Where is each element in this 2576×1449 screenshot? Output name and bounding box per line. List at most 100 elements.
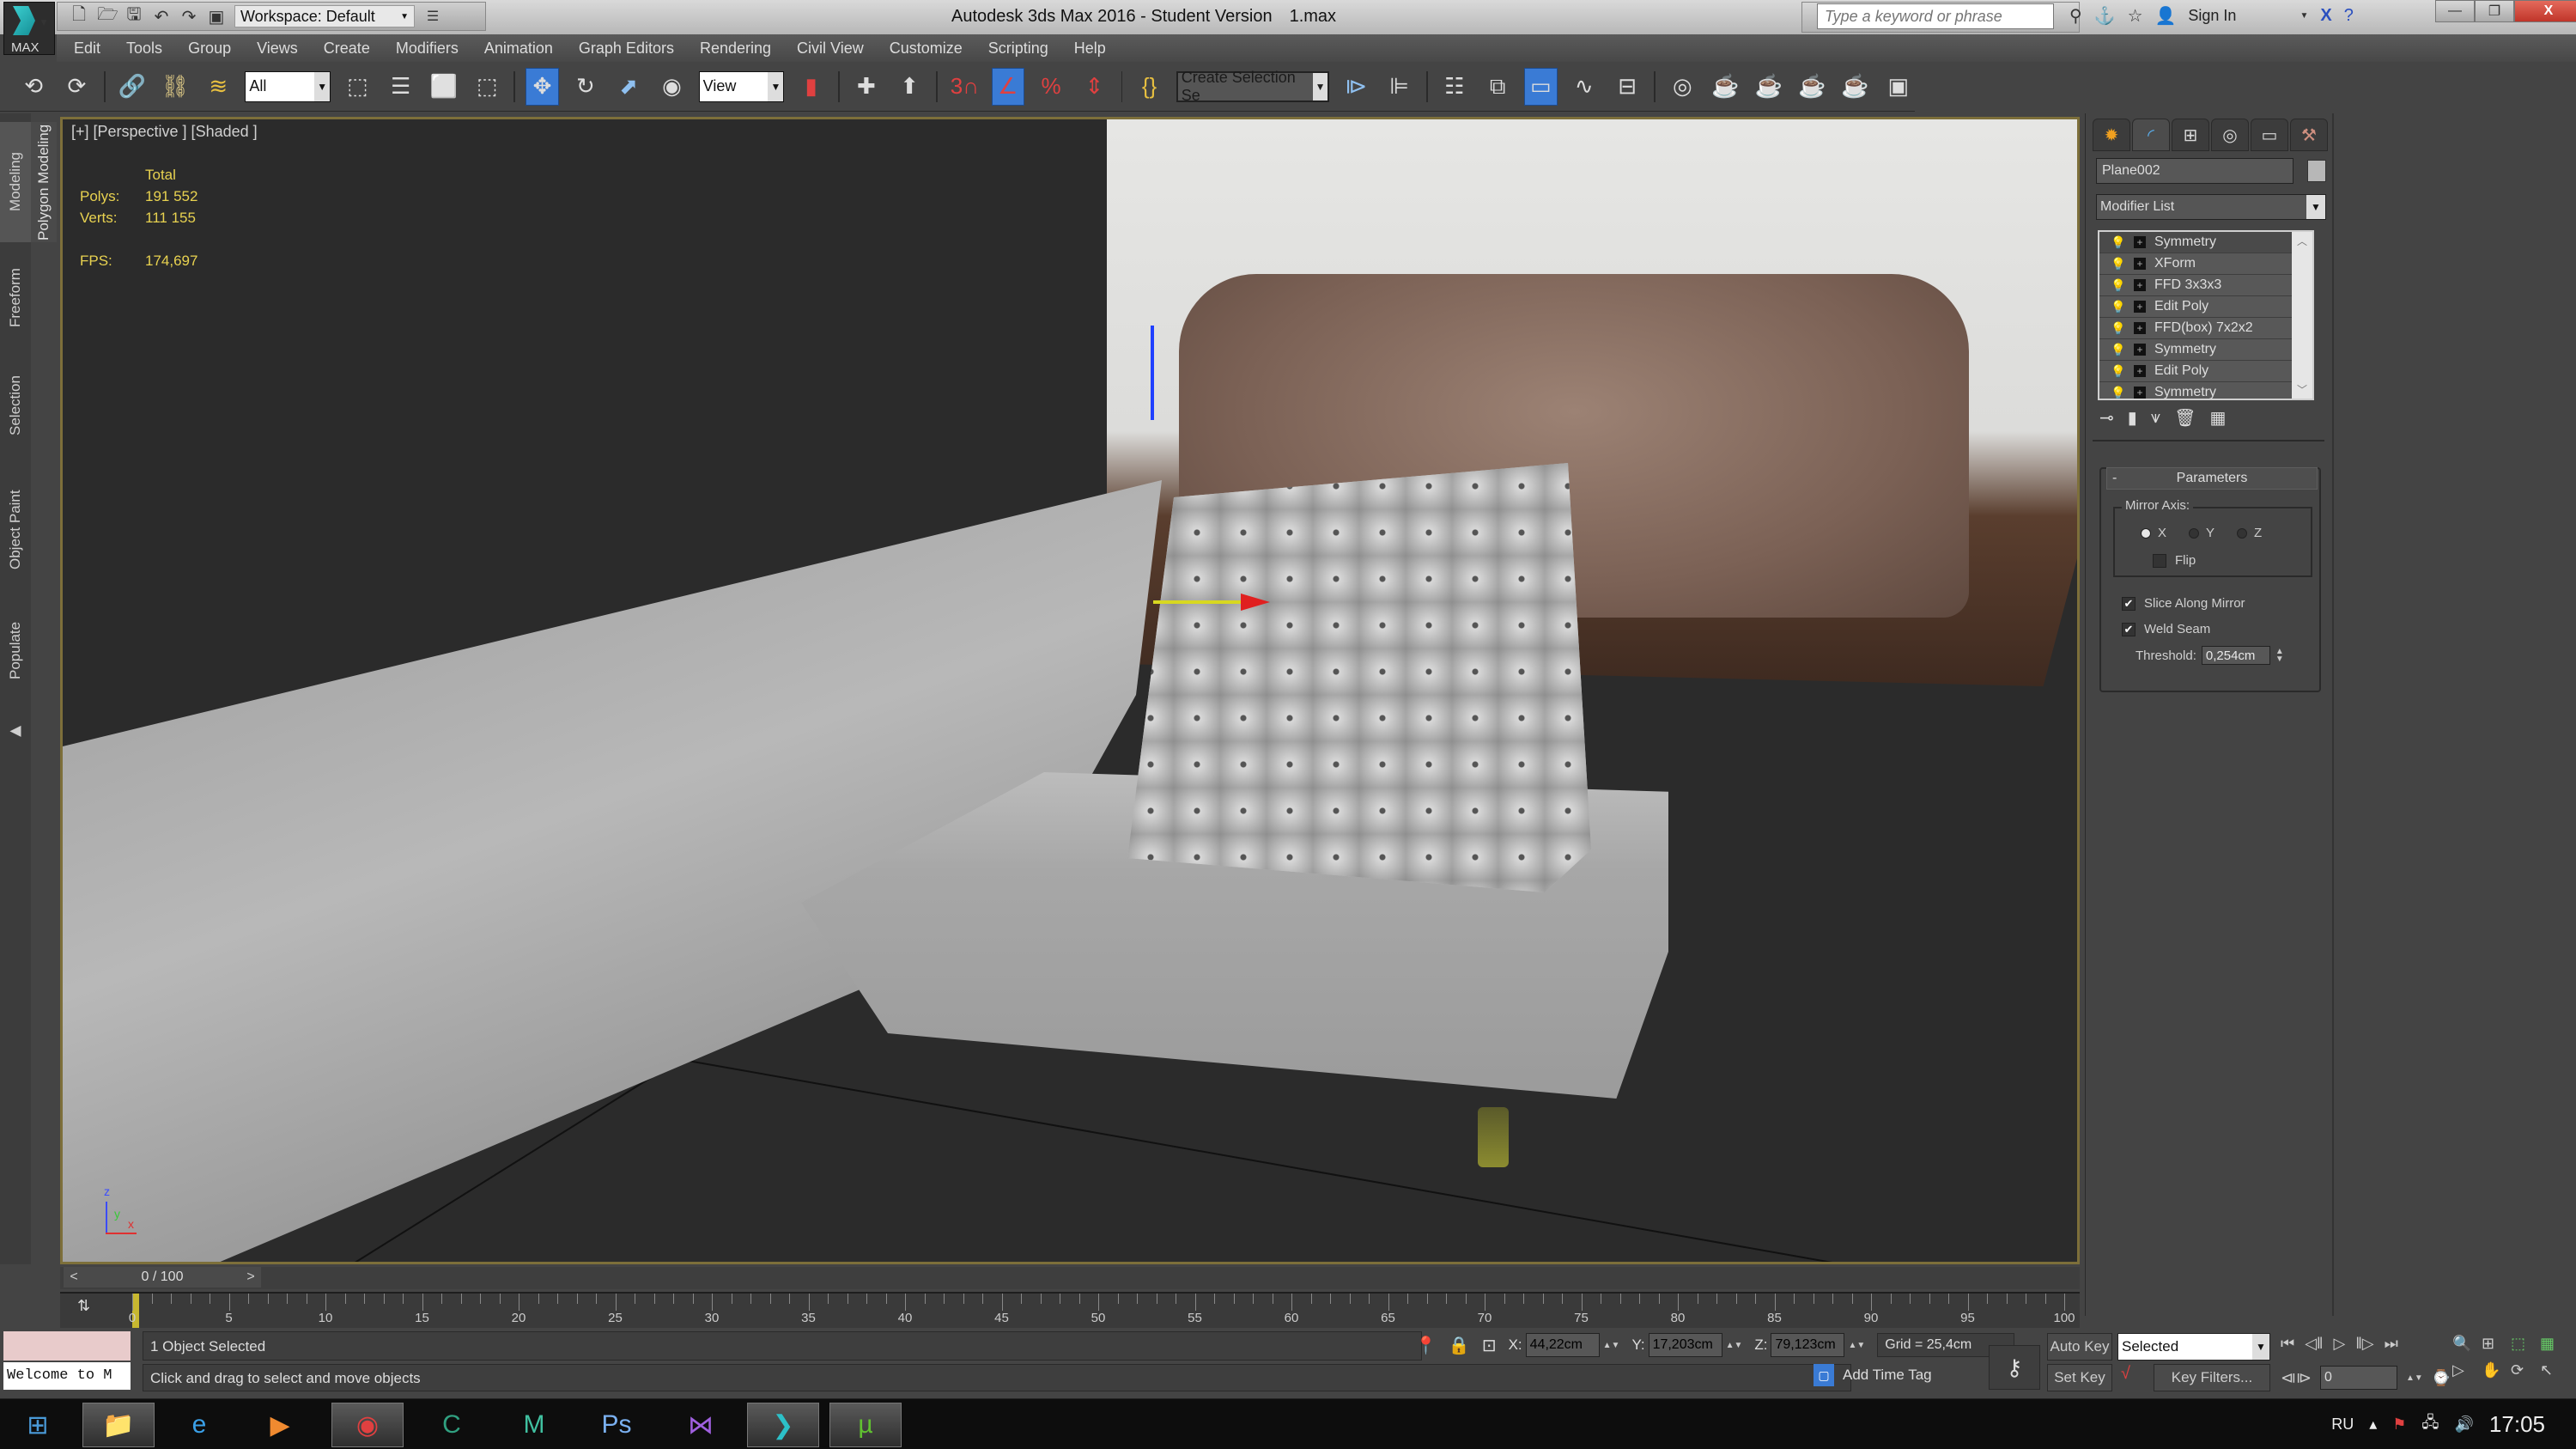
next-key-icon[interactable]: ‖▷ [2355, 1335, 2373, 1353]
ribbon-panel-polygon-modeling[interactable]: Polygon Modeling [31, 122, 57, 242]
current-frame-input[interactable] [2320, 1366, 2397, 1390]
set-key-button[interactable]: Set Key [2047, 1364, 2112, 1391]
parameters-rollout-header[interactable]: - Parameters [2106, 467, 2318, 490]
lightbulb-toggle-icon[interactable]: 💡 [2108, 343, 2129, 357]
show-end-result-icon[interactable]: ▮ [2128, 407, 2137, 429]
redo-icon[interactable]: ⟳ [60, 68, 93, 106]
select-and-rotate-icon[interactable]: ↻ [569, 68, 602, 106]
lightbulb-toggle-icon[interactable]: 💡 [2108, 321, 2129, 336]
modifier-stack-item[interactable]: 💡 + Symmetry [2099, 339, 2292, 361]
selection-filter-dropdown[interactable]: All ▼ [245, 70, 331, 102]
ribbon-tab-modeling[interactable]: Modeling [0, 122, 31, 242]
reference-coordinate-dropdown[interactable]: View ▼ [698, 70, 785, 102]
modifier-stack-item[interactable]: 💡 + XForm [2099, 253, 2292, 275]
taskbar-explorer[interactable]: 📁 [82, 1403, 155, 1447]
create-tab-icon[interactable]: ✹ [2093, 119, 2130, 151]
maxscript-listener-output[interactable] [3, 1331, 131, 1361]
expand-plus-icon[interactable]: + [2134, 236, 2146, 248]
menu-animation[interactable]: Animation [484, 40, 553, 58]
lightbulb-toggle-icon[interactable]: 💡 [2108, 278, 2129, 293]
ribbon-tab-populate[interactable]: Populate [0, 603, 31, 697]
zoom-extents-all-icon[interactable]: ▦ [2540, 1335, 2569, 1353]
key-mode-toggle-icon[interactable]: ⧏⧐ [2281, 1369, 2312, 1387]
modify-tab-icon[interactable]: ◜ [2132, 119, 2170, 151]
taskbar-media-player[interactable]: ▶ [244, 1403, 316, 1447]
expand-plus-icon[interactable]: + [2134, 322, 2146, 334]
taskbar-internet-explorer[interactable]: e [163, 1403, 235, 1447]
menu-create[interactable]: Create [324, 40, 370, 58]
radio-dot[interactable] [2189, 527, 2200, 539]
select-object-icon[interactable]: ⬚ [341, 68, 374, 106]
time-configuration-icon[interactable]: ⌚ [2432, 1369, 2451, 1387]
ribbon-toggle-icon[interactable]: ▭ [1524, 67, 1558, 106]
save-icon[interactable]: 🖫 [125, 2, 143, 31]
ribbon-tab-selection[interactable]: Selection [0, 354, 31, 457]
pin-stack-icon[interactable]: ⊸ [2099, 407, 2114, 429]
clock[interactable]: 17:05 [2489, 1411, 2545, 1438]
zoom-all-icon[interactable]: ⊞ [2482, 1335, 2511, 1353]
image-viewer-icon[interactable]: ▣ [1882, 68, 1915, 106]
select-and-place-icon[interactable]: ◉ [655, 68, 688, 106]
taskbar-camtasia[interactable]: C [416, 1403, 488, 1447]
move-gizmo-x-arrow-icon[interactable] [1241, 594, 1270, 611]
menu-graph-editors[interactable]: Graph Editors [579, 40, 674, 58]
spinner-icon[interactable]: ▲▼ [1603, 1341, 1620, 1350]
spinner-icon[interactable]: ▲▼ [1848, 1341, 1865, 1350]
viewport-label-menu[interactable]: [+] [Perspective ] [Shaded ] [71, 123, 258, 141]
expand-plus-icon[interactable]: + [2134, 365, 2146, 377]
open-folder-icon[interactable]: 🗁 [97, 2, 118, 31]
key-mode-dropdown[interactable]: Selected ▼ [2117, 1333, 2270, 1361]
spinner-icon[interactable]: ▲▼ [1726, 1341, 1743, 1350]
mirror-axis-radio-y[interactable]: Y [2189, 526, 2215, 540]
move-gizmo-x-axis[interactable] [1153, 600, 1248, 604]
named-selection-set-dropdown[interactable]: Create Selection Se ▼ [1176, 69, 1330, 104]
hierarchy-tab-icon[interactable]: ⊞ [2172, 119, 2209, 151]
radio-dot[interactable] [2237, 527, 2248, 539]
select-by-name-icon[interactable]: ☰ [385, 68, 417, 106]
volume-icon[interactable]: 🔊 [2455, 1416, 2474, 1434]
schematic-view-icon[interactable]: ⊟ [1611, 68, 1643, 106]
angle-snap-icon[interactable]: ∠ [991, 67, 1024, 106]
taskbar-3dsmax[interactable]: ❯ [747, 1403, 819, 1447]
sign-in-button[interactable]: Sign In [2188, 7, 2236, 25]
bind-space-warp-icon[interactable]: ≋ [202, 68, 234, 106]
field-of-view-icon[interactable]: ▷ [2452, 1361, 2482, 1379]
menu-tools[interactable]: Tools [126, 40, 162, 58]
taskbar-visual-studio[interactable]: ⋈ [665, 1403, 737, 1447]
modifier-stack-item[interactable]: 💡 + Edit Poly [2099, 296, 2292, 318]
display-tab-icon[interactable]: ▭ [2251, 119, 2288, 151]
checkbox-box[interactable] [2153, 553, 2166, 568]
redo-icon[interactable]: ↷ [179, 6, 198, 27]
selection-lock-icon[interactable]: 🔒 [1449, 1335, 1470, 1356]
menu-customize[interactable]: Customize [890, 40, 963, 58]
menu-civil-view[interactable]: Civil View [797, 40, 864, 58]
go-to-end-icon[interactable]: ⏭ [2385, 1335, 2398, 1353]
modifier-list-dropdown[interactable]: Modifier List ▼ [2096, 194, 2326, 220]
lightbulb-toggle-icon[interactable]: 💡 [2108, 235, 2129, 250]
binoculars-icon[interactable]: ⚲ [2069, 5, 2082, 27]
open-mini-curve-editor-icon[interactable]: ⇅ [77, 1297, 90, 1315]
window-crossing-icon[interactable]: ⬚ [471, 68, 503, 106]
lightbulb-toggle-icon[interactable]: 💡 [2108, 257, 2129, 271]
menu-edit[interactable]: Edit [74, 40, 100, 58]
layer-manager-icon[interactable]: ⧉ [1481, 68, 1514, 106]
expand-plus-icon[interactable]: + [2134, 301, 2146, 313]
modifier-stack-item[interactable]: 💡 + Symmetry [2099, 232, 2292, 253]
taskbar-mudbox[interactable]: M [498, 1403, 570, 1447]
customize-toolbar-icon[interactable]: ☰ [423, 8, 442, 25]
menu-modifiers[interactable]: Modifiers [396, 40, 459, 58]
go-to-start-icon[interactable]: ⏮ [2281, 1335, 2294, 1353]
subscription-icon[interactable]: ⚓ [2094, 5, 2116, 27]
material-editor-icon[interactable]: ◎ [1666, 68, 1698, 106]
application-button[interactable]: ▼ MAX [3, 2, 55, 55]
align-icon[interactable]: ⊫ [1382, 68, 1415, 106]
absolute-relative-toggle-icon[interactable]: ⊡ [1482, 1335, 1497, 1356]
show-hidden-icons-icon[interactable]: ▴ [2369, 1416, 2377, 1434]
weld-seam-checkbox[interactable]: ✔ Weld Seam [2122, 622, 2210, 636]
utilities-tab-icon[interactable]: ⚒ [2290, 119, 2328, 151]
x-coordinate-input[interactable] [1525, 1333, 1600, 1357]
menu-help[interactable]: Help [1074, 40, 1106, 58]
flip-checkbox[interactable]: Flip [2153, 553, 2196, 568]
action-center-flag-icon[interactable]: ⚑ [2392, 1416, 2406, 1434]
search-input[interactable] [1817, 3, 2054, 29]
